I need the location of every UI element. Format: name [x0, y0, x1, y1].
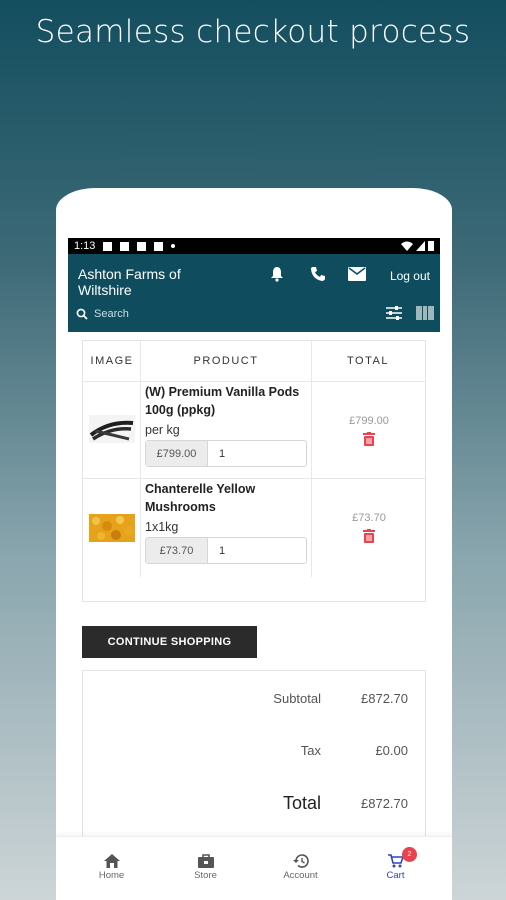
nav-account[interactable]: Account	[251, 837, 350, 900]
notification-icon	[103, 241, 113, 251]
battery-icon	[428, 241, 434, 251]
quantity-input[interactable]: 1	[208, 538, 225, 563]
wifi-icon	[401, 241, 413, 251]
nav-home[interactable]: Home	[62, 837, 161, 900]
trash-icon[interactable]	[362, 432, 376, 446]
search-field[interactable]: Search	[76, 308, 129, 320]
quantity-input[interactable]: 1	[208, 441, 225, 466]
phone-icon[interactable]	[310, 266, 326, 282]
signal-icon	[416, 241, 425, 251]
nav-label: Cart	[386, 870, 405, 881]
nav-label: Account	[283, 870, 318, 881]
nav-label: Home	[98, 870, 125, 881]
vanilla-pods-image	[89, 415, 135, 443]
row-divider	[83, 381, 425, 382]
status-time: 1:13	[74, 240, 96, 252]
unit-price: £73.70	[146, 538, 208, 563]
line-total: £73.70	[352, 512, 386, 524]
store-icon	[197, 854, 214, 868]
subtotal-label: Subtotal	[273, 691, 321, 706]
nav-cart[interactable]: Cart 2	[346, 837, 445, 900]
nav-store[interactable]: Store	[156, 837, 255, 900]
history-icon	[292, 854, 309, 868]
mushrooms-image	[89, 514, 135, 542]
line-total: £799.00	[349, 415, 389, 427]
toolbar-tools	[386, 306, 434, 320]
phone-frame: 1:13 Ashton Farms of Wiltshire Log out S…	[56, 188, 452, 900]
cart-badge: 2	[402, 847, 417, 862]
barcode-icon[interactable]	[416, 306, 434, 320]
nav-label: Store	[194, 870, 217, 881]
product-name[interactable]: Chanterelle Yellow Mushrooms	[145, 480, 305, 516]
filter-sliders-icon[interactable]	[386, 306, 402, 320]
price-quantity-group: £799.00 1	[145, 440, 307, 467]
subtotal-value: £872.70	[361, 691, 408, 706]
status-bar: 1:13	[68, 238, 440, 254]
tax-label: Tax	[300, 743, 321, 758]
home-icon	[103, 854, 120, 868]
header-total: TOTAL	[347, 355, 389, 367]
product-name[interactable]: (W) Premium Vanilla Pods 100g (ppkg)	[145, 383, 305, 419]
image-icon	[120, 241, 130, 251]
app-bar: Ashton Farms of Wiltshire Log out Search	[68, 254, 440, 332]
row-divider	[83, 478, 425, 479]
sd-card-icon	[154, 241, 164, 251]
cart-table: IMAGE PRODUCT TOTAL (W) Premium Vanilla …	[82, 340, 426, 602]
cart-icon	[387, 854, 404, 868]
total-label: Total	[282, 793, 321, 813]
column-divider	[311, 341, 312, 577]
bottom-nav: Home Store Account Cart 2	[56, 836, 452, 900]
download-icon	[137, 241, 147, 251]
product-unit: per kg	[145, 423, 180, 437]
column-divider	[140, 341, 141, 577]
trash-icon[interactable]	[362, 529, 376, 543]
search-icon	[76, 308, 88, 320]
unit-price: £799.00	[146, 441, 208, 466]
mail-icon[interactable]	[348, 267, 366, 281]
logout-button[interactable]: Log out	[390, 269, 430, 283]
order-summary: Subtotal £872.70 Tax £0.00 Total £872.70	[82, 670, 426, 850]
price-quantity-group: £73.70 1	[145, 537, 307, 564]
tax-value: £0.00	[375, 743, 408, 758]
header-image: IMAGE	[90, 355, 134, 367]
header-product: PRODUCT	[193, 355, 259, 367]
headline: Seamless checkout process	[35, 14, 471, 50]
product-unit: 1x1kg	[145, 520, 179, 534]
search-placeholder: Search	[94, 308, 129, 320]
total-value: £872.70	[361, 796, 408, 811]
continue-shopping-button[interactable]: CONTINUE SHOPPING	[82, 626, 257, 658]
store-name: Ashton Farms of Wiltshire	[78, 266, 181, 298]
bell-icon[interactable]	[270, 266, 284, 282]
more-dot-icon	[171, 244, 176, 248]
